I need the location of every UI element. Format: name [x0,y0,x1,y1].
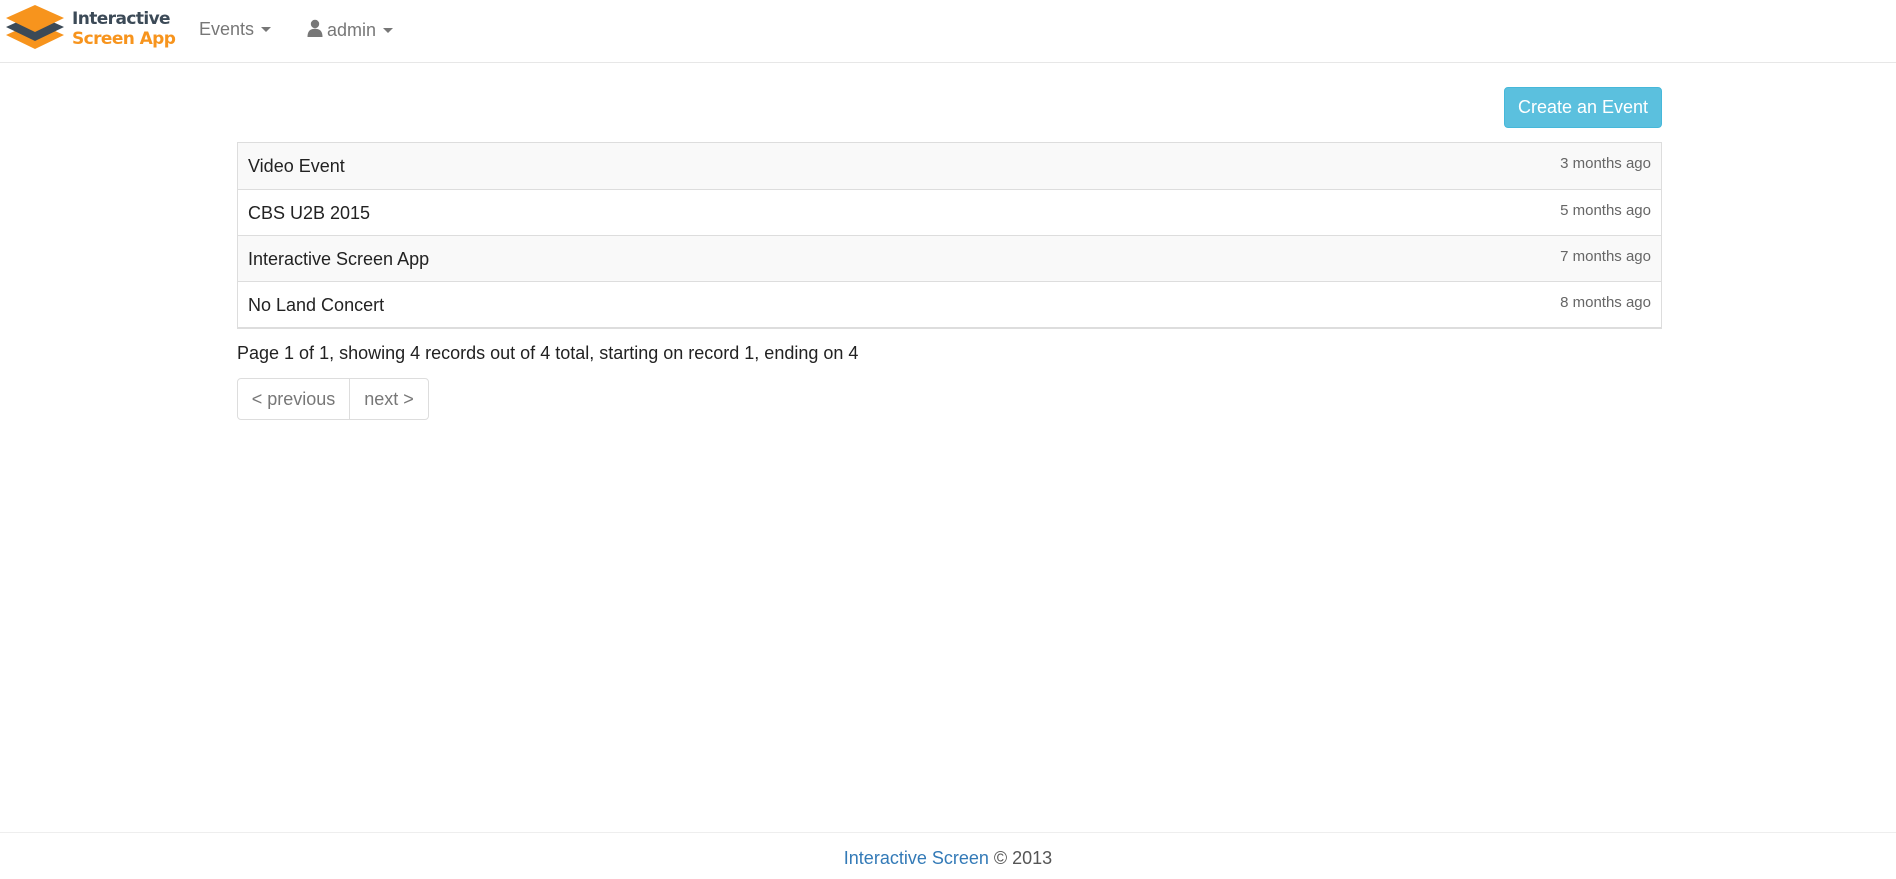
create-event-button[interactable]: Create an Event [1504,87,1662,128]
event-title[interactable]: No Land Concert [248,295,384,316]
pagination-info: Page 1 of 1, showing 4 records out of 4 … [237,343,859,363]
event-row[interactable]: No Land Concert 8 months ago [238,281,1661,327]
event-row[interactable]: CBS U2B 2015 5 months ago [238,189,1661,235]
nav-events-label: Events [199,19,255,39]
brand-line-1: Interactive [72,9,171,29]
event-title[interactable]: CBS U2B 2015 [248,203,370,224]
event-row[interactable]: Interactive Screen App 7 months ago [238,235,1661,281]
nav-events-dropdown[interactable]: Events [199,19,272,40]
footer: Interactive Screen © 2013 [0,832,1896,879]
next-page-button[interactable]: next > [349,378,429,420]
brand-logo-link[interactable]: Interactive Screen App [6,3,176,55]
top-navbar: Interactive Screen App Events admin [0,0,1896,63]
footer-copyright: © 2013 [988,848,1053,868]
event-time: 7 months ago [1560,248,1651,265]
pagination: < previous next > [237,378,429,420]
nav-user-dropdown[interactable]: admin [307,19,394,42]
event-time: 3 months ago [1560,155,1651,172]
footer-home-link[interactable]: Interactive Screen [844,848,989,868]
logo-layers-icon [6,5,64,49]
brand-name: Interactive Screen App [72,9,176,49]
event-title[interactable]: Interactive Screen App [248,249,429,270]
caret-down-icon [261,27,272,32]
event-title[interactable]: Video Event [248,156,345,177]
event-time: 5 months ago [1560,202,1651,219]
events-list: Video Event 3 months ago CBS U2B 2015 5 … [237,142,1662,329]
brand-line-2: Screen App [72,29,176,49]
nav-user-label: admin [327,20,377,40]
event-time: 8 months ago [1560,294,1651,311]
user-icon [307,19,323,42]
event-row[interactable]: Video Event 3 months ago [238,143,1661,189]
previous-page-button[interactable]: < previous [237,378,350,420]
caret-down-icon [383,28,394,33]
